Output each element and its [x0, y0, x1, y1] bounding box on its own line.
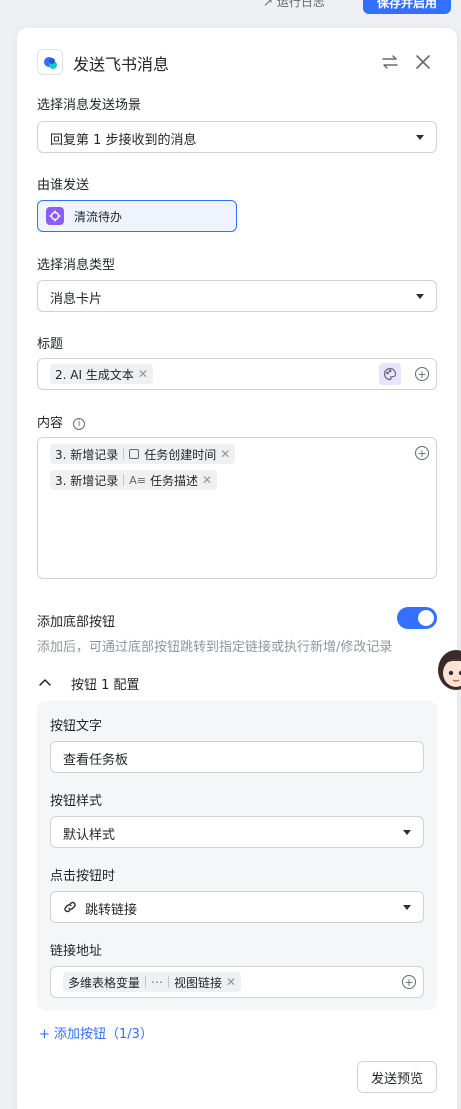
chevron-down-icon [416, 294, 424, 299]
run-log-link[interactable]: ↗ 运行日志 [263, 0, 325, 10]
chip-step-label: 3. 新增记录 [55, 473, 119, 488]
bottom-button-label: 添加底部按钮 [37, 615, 116, 630]
content-input[interactable]: 3. 新增记录 任务创建时间 ✕ 3. 新增记录 A≡ 任务描述 ✕ + [37, 437, 437, 579]
button-config-panel: 按钮文字 查看任务板 按钮样式 默认样式 点击按钮时 跳转链接 链接地址 多维表… [37, 701, 437, 1010]
message-type-select[interactable]: 消息卡片 [37, 280, 437, 312]
chevron-up-icon [39, 679, 51, 686]
button-style-label: 按钮样式 [50, 794, 103, 809]
toggle-knob [418, 610, 434, 626]
assistant-avatar[interactable] [434, 646, 461, 692]
close-icon [416, 55, 430, 69]
lark-message-icon [37, 49, 63, 75]
bottom-button-toggle[interactable] [397, 607, 437, 629]
chip-separator [145, 976, 147, 988]
title-variable-chip[interactable]: 2. AI 生成文本 ✕ [50, 364, 153, 384]
panel-title: 发送飞书消息 [73, 55, 170, 74]
add-variable-icon[interactable]: + [402, 975, 416, 989]
remove-chip-icon[interactable]: ✕ [138, 367, 148, 381]
chip-separator [123, 448, 125, 460]
chip-field-label: 视图链接 [174, 975, 223, 990]
scene-select-value: 回复第 1 步接收到的消息 [50, 133, 197, 148]
remove-chip-icon[interactable]: ✕ [226, 975, 236, 989]
button-style-value: 默认样式 [63, 828, 116, 843]
link-address-input[interactable]: 多维表格变量 ⋯ 视图链接 ✕ + [50, 966, 424, 998]
add-variable-icon[interactable]: + [415, 446, 429, 460]
chip-field-label: 任务描述 [150, 473, 199, 488]
send-preview-button[interactable]: 发送预览 [357, 1061, 437, 1093]
sender-select[interactable]: 清流待办 [37, 200, 237, 232]
close-button[interactable] [412, 51, 434, 73]
bot-icon [46, 207, 64, 225]
on-click-label: 点击按钮时 [50, 869, 116, 884]
button-config-collapse[interactable]: 按钮 1 配置 [37, 673, 140, 693]
content-label-text: 内容 [37, 416, 64, 431]
link-address-label: 链接地址 [50, 944, 103, 959]
chevron-down-icon [416, 135, 424, 140]
chip-step-label: 3. 新增记录 [55, 447, 119, 462]
title-label: 标题 [37, 337, 64, 352]
save-and-enable-button[interactable]: 保存并启用 [363, 0, 451, 14]
info-icon[interactable]: i [73, 417, 86, 430]
chip-source-label: 多维表格变量 [68, 975, 141, 990]
chevron-down-icon [403, 905, 411, 910]
content-variable-chip[interactable]: 3. 新增记录 A≡ 任务描述 ✕ [50, 470, 218, 490]
content-label: 内容 i [37, 412, 86, 431]
magic-style-button[interactable] [379, 363, 401, 385]
title-input[interactable]: 2. AI 生成文本 ✕ + [37, 358, 437, 390]
scene-select[interactable]: 回复第 1 步接收到的消息 [37, 121, 437, 153]
run-log-label: 运行日志 [276, 0, 325, 9]
palette-icon [383, 367, 397, 381]
button-config-title: 按钮 1 配置 [71, 677, 140, 693]
sender-label: 由谁发送 [37, 178, 90, 193]
calendar-icon [129, 449, 140, 459]
remove-chip-icon[interactable]: ✕ [220, 447, 230, 461]
add-variable-icon[interactable]: + [415, 367, 429, 381]
chip-separator [168, 976, 170, 988]
button-text-label: 按钮文字 [50, 719, 103, 734]
on-click-value: 跳转链接 [85, 903, 138, 918]
on-click-select[interactable]: 跳转链接 [50, 891, 424, 923]
send-lark-message-panel: 发送飞书消息 选择消息发送场景 回复第 1 步接收到的消息 由谁发送 清流待办 … [17, 28, 457, 1109]
expand-icon: ↗ [263, 0, 274, 9]
swap-icon [382, 55, 398, 69]
sender-value: 清流待办 [74, 210, 123, 224]
top-bar: ↗ 运行日志 保存并启用 [0, 0, 461, 14]
panel-header: 发送飞书消息 [37, 48, 437, 76]
message-type-value: 消息卡片 [50, 292, 103, 307]
link-variable-chip[interactable]: 多维表格变量 ⋯ 视图链接 ✕ [63, 972, 242, 992]
text-field-icon: A≡ [129, 473, 147, 487]
more-icon: ⋯ [151, 975, 164, 989]
content-variable-chip[interactable]: 3. 新增记录 任务创建时间 ✕ [50, 444, 236, 464]
button-text-value: 查看任务板 [63, 753, 129, 768]
bottom-button-hint: 添加后，可通过底部按钮跳转到指定链接或执行新增/修改记录 [37, 640, 393, 655]
chevron-down-icon [403, 830, 411, 835]
remove-chip-icon[interactable]: ✕ [202, 473, 212, 487]
link-icon [63, 900, 77, 918]
title-chip-label: 2. AI 生成文本 [55, 367, 134, 382]
scene-label: 选择消息发送场景 [37, 98, 142, 113]
button-style-select[interactable]: 默认样式 [50, 816, 424, 848]
swap-action-button[interactable] [379, 51, 401, 73]
button-text-input[interactable]: 查看任务板 [50, 741, 424, 773]
message-type-label: 选择消息类型 [37, 258, 116, 273]
add-button-link[interactable]: + 添加按钮（1/3） [39, 1023, 153, 1042]
chip-separator [123, 474, 125, 486]
chip-field-label: 任务创建时间 [144, 447, 217, 462]
